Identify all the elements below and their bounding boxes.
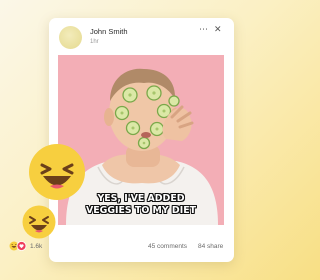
reaction-icons[interactable] bbox=[9, 241, 27, 251]
love-reaction-icon bbox=[16, 241, 27, 251]
meme-caption-line-2: VEGGIES TO MY DIET bbox=[85, 205, 197, 216]
more-options-icon[interactable]: ⋯ bbox=[199, 24, 209, 34]
laughing-emoji-icon bbox=[22, 205, 56, 239]
post-time: 1hr bbox=[90, 39, 99, 45]
reaction-count[interactable]: 1.6k bbox=[30, 243, 42, 250]
shares-count[interactable]: 84 share bbox=[198, 243, 223, 250]
laughing-emoji-icon bbox=[29, 144, 85, 200]
close-icon[interactable]: ✕ bbox=[214, 24, 222, 34]
comments-count[interactable]: 45 comments bbox=[148, 243, 187, 250]
post-card: John Smith 1hr ⋯ ✕ YES, I'VE ADDED VEGGI… bbox=[49, 18, 234, 262]
avatar[interactable] bbox=[59, 26, 82, 49]
author-name[interactable]: John Smith bbox=[90, 27, 128, 36]
